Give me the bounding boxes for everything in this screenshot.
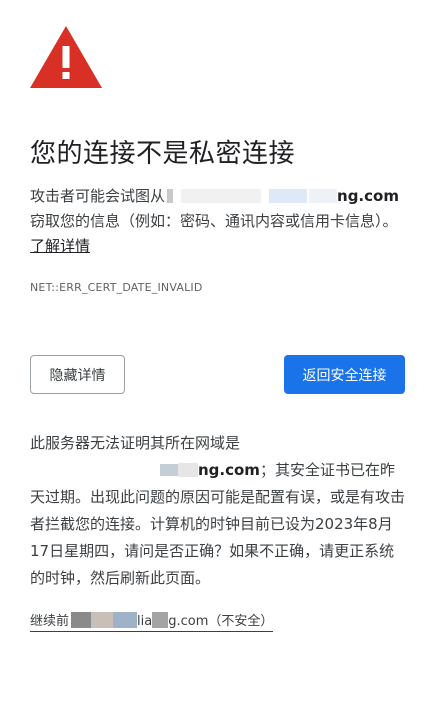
redacted-domain-part [71, 612, 92, 628]
redacted-domain-part [91, 612, 114, 628]
redacted-domain-part [178, 463, 198, 477]
warning-domain: ng.com [337, 187, 399, 205]
proceed-prefix: 继续前 [30, 614, 70, 629]
redacted-domain-part [309, 189, 338, 203]
details-rest: ；其安全证书已在昨天过期。出现此问题的原因可能是配置有误，或是有攻击者拦截您的连… [30, 461, 406, 587]
proceed-mid: lia [137, 614, 153, 629]
redacted-domain-part [181, 189, 262, 203]
details-domain: ng.com [198, 461, 260, 479]
warning-triangle-icon [30, 26, 102, 88]
details-message: 此服务器无法证明其所在网域是 ng.com；其安全证书已在昨天过期。出现此问题的… [30, 430, 408, 592]
redacted-domain-part [160, 464, 178, 476]
redacted-domain-part [269, 189, 308, 203]
proceed-suffix: g.com（不安全） [168, 614, 274, 629]
learn-more-link[interactable]: 了解详情 [30, 237, 90, 255]
error-code: NET::ERR_CERT_DATE_INVALID [30, 281, 203, 294]
details-line1: 此服务器无法证明其所在网域是 [30, 434, 241, 452]
warning-message: 攻击者可能会试图从 ng.com 窃取您的信息（例如：密码、通讯内容或信用卡信息）… [30, 184, 408, 259]
back-to-safety-button[interactable]: 返回安全连接 [284, 355, 405, 394]
page-title: 您的连接不是私密连接 [30, 139, 296, 169]
warning-rest: 窃取您的信息（例如：密码、通讯内容或信用卡信息）。 [30, 212, 398, 230]
redacted-domain-part [113, 612, 138, 628]
redacted-domain-part [152, 612, 169, 628]
proceed-unsafe-link[interactable]: 继续前 lia g.com（不安全） [30, 612, 274, 632]
hide-details-button[interactable]: 隐藏详情 [30, 355, 125, 394]
redacted-domain-part [167, 189, 174, 203]
warning-prefix: 攻击者可能会试图从 [30, 187, 166, 205]
